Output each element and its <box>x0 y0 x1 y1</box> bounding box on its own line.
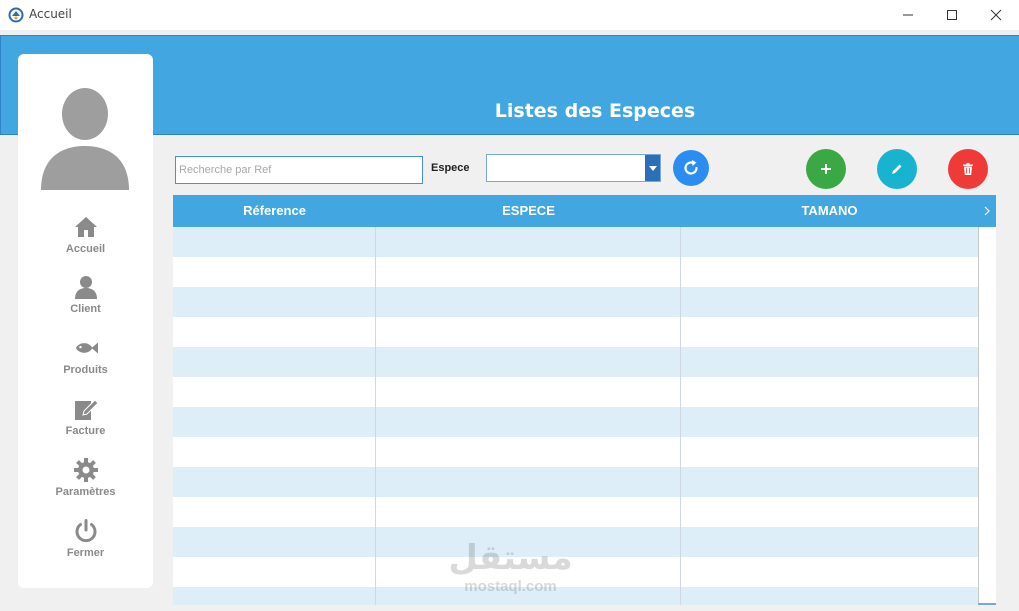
table-row[interactable] <box>173 557 978 587</box>
sidebar-item-facture[interactable]: Facture <box>18 397 153 449</box>
sidebar-item-label: Paramètres <box>55 486 116 498</box>
user-icon <box>74 275 98 299</box>
sidebar-item-client[interactable]: Client <box>18 275 153 327</box>
watermark-latin: mostaql.com <box>464 578 557 595</box>
table-row[interactable] <box>173 587 978 605</box>
table-row[interactable] <box>173 497 978 527</box>
column-header-reference[interactable]: Réference <box>173 195 376 227</box>
sidebar-item-label: Client <box>70 303 101 315</box>
invoice-edit-icon <box>74 397 98 421</box>
chevron-right-icon[interactable] <box>978 195 996 227</box>
table-row[interactable] <box>173 347 978 377</box>
search-input[interactable] <box>175 156 423 184</box>
edit-button[interactable] <box>877 149 917 189</box>
table-body <box>173 227 978 605</box>
trash-icon <box>963 163 973 175</box>
home-icon <box>74 215 98 239</box>
chevron-down-icon[interactable] <box>645 155 660 181</box>
window-titlebar: Accueil <box>0 0 1019 30</box>
especie-label: Espece <box>431 162 470 174</box>
sidebar-item-produits[interactable]: Produits <box>18 336 153 388</box>
table-row[interactable] <box>173 227 978 257</box>
table-row[interactable] <box>173 407 978 437</box>
especie-select[interactable] <box>486 154 661 182</box>
table-row[interactable] <box>173 257 978 287</box>
table-row[interactable] <box>173 527 978 557</box>
watermark-arabic: مستقل <box>448 538 573 578</box>
sidebar-item-label: Facture <box>65 425 106 437</box>
window-title: Accueil <box>29 7 72 21</box>
delete-button[interactable] <box>948 149 988 189</box>
table-row[interactable] <box>173 317 978 347</box>
plus-icon <box>821 164 831 174</box>
sidebar-item-parametres[interactable]: Paramètres <box>18 458 153 510</box>
close-icon <box>990 9 1002 21</box>
app-logo-icon <box>8 7 24 23</box>
minimize-button[interactable] <box>885 0 931 30</box>
watermark: مستقل mostaql.com <box>448 538 573 598</box>
avatar-icon <box>41 88 129 190</box>
power-icon <box>74 519 98 543</box>
refresh-icon <box>684 160 698 175</box>
pencil-icon <box>892 164 902 174</box>
table-row[interactable] <box>173 377 978 407</box>
minimize-icon <box>903 14 913 16</box>
add-button[interactable] <box>806 149 846 189</box>
sidebar-item-accueil[interactable]: Accueil <box>18 215 153 267</box>
sidebar-item-label: Fermer <box>66 547 105 559</box>
refresh-button[interactable] <box>673 150 709 186</box>
page-title: Listes des Especes <box>494 100 696 122</box>
fish-icon <box>74 336 98 360</box>
gear-icon <box>74 458 98 482</box>
sidebar-item-fermer[interactable]: Fermer <box>18 519 153 571</box>
table-header: Réference ESPECE TAMANO <box>173 195 996 227</box>
sidebar-item-label: Produits <box>63 364 108 376</box>
table-row[interactable] <box>173 467 978 497</box>
maximize-icon <box>947 10 957 20</box>
column-header-tamano[interactable]: TAMANO <box>681 195 978 227</box>
table-row[interactable] <box>173 287 978 317</box>
especes-table: Réference ESPECE TAMANO <box>173 195 996 605</box>
maximize-button[interactable] <box>929 0 975 30</box>
table-row[interactable] <box>173 437 978 467</box>
column-header-espece[interactable]: ESPECE <box>376 195 681 227</box>
column-divider <box>375 227 376 605</box>
sidebar-item-label: Accueil <box>65 243 106 255</box>
vertical-scrollbar[interactable] <box>978 227 996 605</box>
close-button[interactable] <box>973 0 1019 30</box>
table-bottom-edge <box>978 603 996 605</box>
column-divider <box>680 227 681 605</box>
